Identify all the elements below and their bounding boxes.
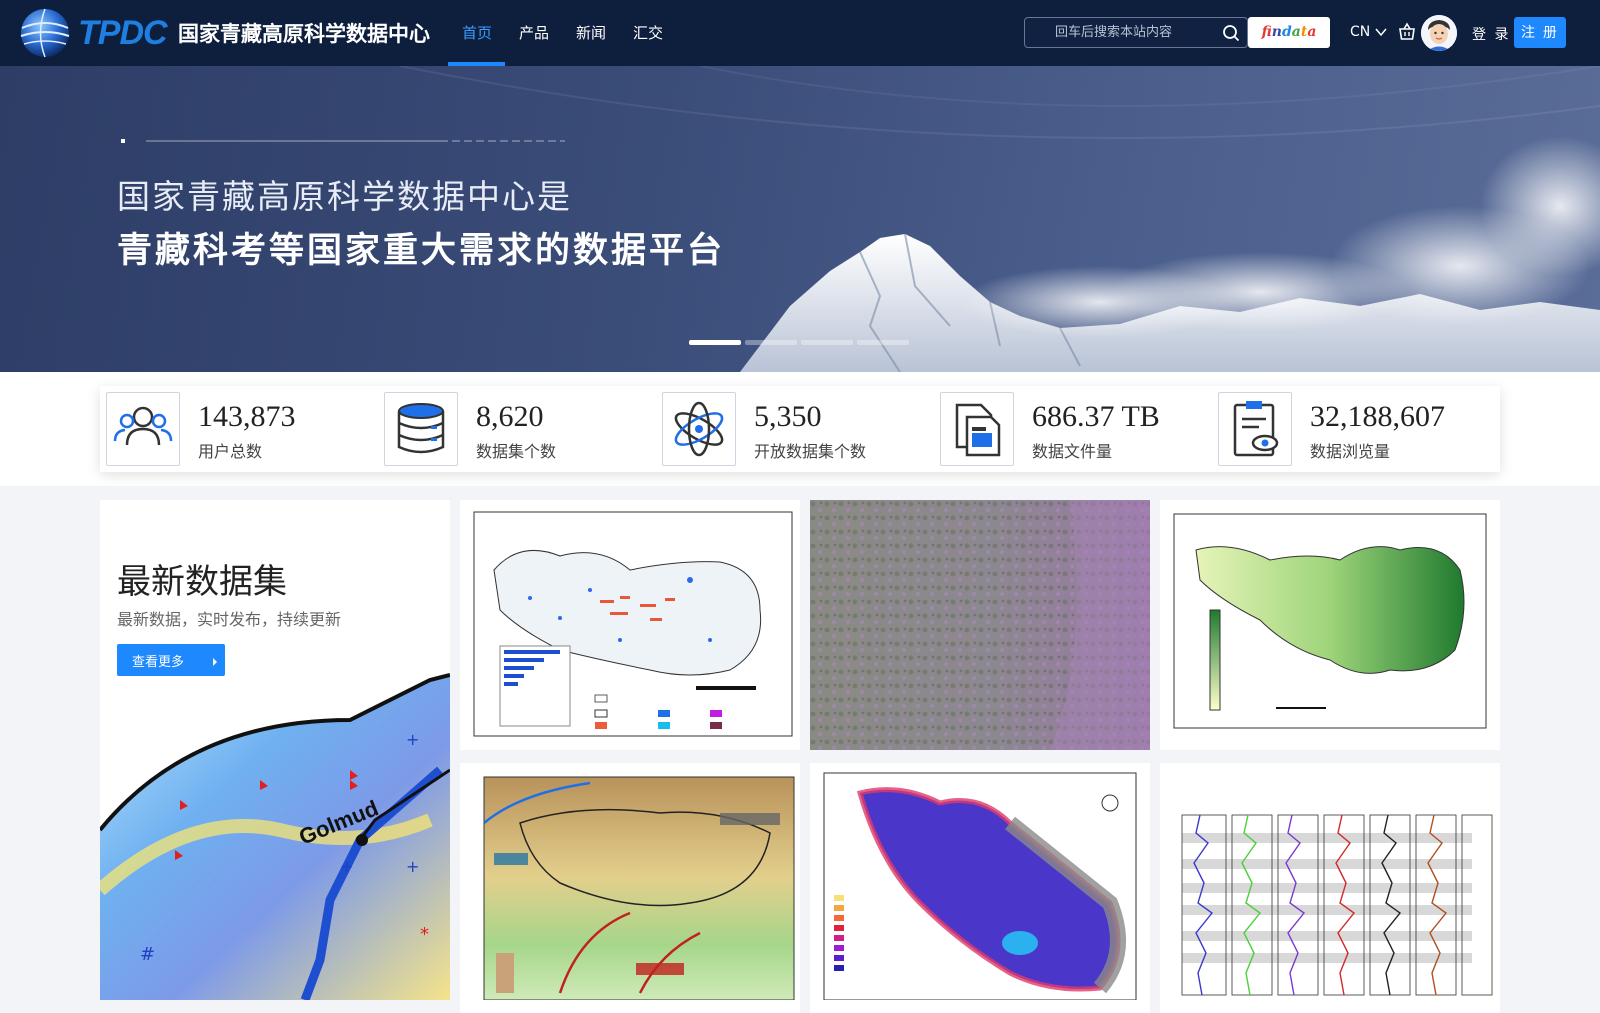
users-icon [113, 406, 173, 446]
files-icon [955, 403, 1001, 457]
view-more-label: 查看更多 [132, 654, 185, 670]
vegetation-photo-image [810, 500, 1150, 750]
vegetation-photo-thumbnail[interactable] [810, 500, 1150, 750]
cart-icon[interactable] [1397, 22, 1417, 42]
clipboard-eye-icon [1233, 401, 1279, 457]
stat-file-volume[interactable]: 686.37 TB 数据文件量 [934, 386, 1204, 472]
permafrost-map-image [823, 772, 1137, 1001]
stat-open-datasets[interactable]: 5,350 开放数据集个数 [656, 386, 926, 472]
login-link[interactable]: 登 录 [1472, 24, 1510, 44]
stat-icon-box [940, 392, 1014, 466]
top-navigation-bar: TPDC 国家青藏高原科学数据中心 首页 产品 新闻 汇交 findata CN [0, 0, 1600, 66]
database-icon [397, 403, 445, 454]
avatar[interactable] [1421, 15, 1457, 51]
stat-icon-box [662, 392, 736, 466]
caret-right-icon [213, 658, 218, 666]
stat-label: 数据文件量 [1032, 442, 1113, 461]
carousel-indicators[interactable] [689, 340, 909, 345]
stat-label: 用户总数 [198, 442, 263, 461]
svg-text:+: + [406, 730, 419, 749]
soil-moisture-map-thumbnail[interactable] [1160, 500, 1500, 750]
search-box [1024, 17, 1248, 48]
monsoon-elevation-map-image [483, 776, 795, 1001]
nav-item-home[interactable]: 首页 [462, 22, 492, 43]
carousel-dot-1 [689, 340, 741, 345]
avatar-icon [1421, 15, 1457, 51]
stat-label: 开放数据集个数 [754, 442, 867, 461]
hero-headline-line1: 国家青藏高原科学数据中心是 [117, 177, 572, 216]
stat-value: 686.37 TB [1032, 400, 1160, 433]
depth-profile-chart-thumbnail[interactable] [1160, 763, 1500, 1013]
findata-button[interactable]: findata [1248, 17, 1330, 48]
language-label: CN [1350, 24, 1371, 40]
latest-datasets-card: Golmud + + + # * 最新数据集 最新数据，实时发布，持续更新 查看… [100, 500, 450, 1000]
language-switcher[interactable]: CN [1350, 24, 1387, 40]
lakes-map-thumbnail[interactable] [460, 500, 800, 750]
nav-item-products[interactable]: 产品 [519, 22, 549, 43]
monsoon-elevation-map-thumbnail[interactable] [460, 763, 800, 1013]
carousel-dot-2 [745, 340, 797, 345]
stat-icon-box [106, 392, 180, 466]
latest-map-image[interactable]: Golmud + + + # * [100, 660, 450, 1000]
search-input[interactable] [1025, 18, 1215, 47]
stat-views[interactable]: 32,188,607 数据浏览量 [1212, 386, 1482, 472]
permafrost-map-thumbnail[interactable] [810, 763, 1150, 1013]
svg-text:*: * [420, 924, 429, 945]
stat-value: 32,188,607 [1310, 400, 1445, 433]
svg-text:+: + [340, 857, 353, 876]
stat-value: 8,620 [476, 400, 544, 433]
view-more-button[interactable]: 查看更多 [117, 644, 225, 676]
register-button[interactable]: 注 册 [1514, 17, 1566, 48]
stat-value: 5,350 [754, 400, 822, 433]
stats-panel: 143,873 用户总数 8,620 数据集个数 5,350 开放数据集个数 6… [100, 386, 1500, 472]
stat-users[interactable]: 143,873 用户总数 [100, 386, 370, 472]
depth-profile-chart-image [1160, 763, 1500, 1000]
soil-moisture-map-image [1173, 513, 1487, 729]
stat-datasets[interactable]: 8,620 数据集个数 [378, 386, 648, 472]
hero-banner: 国家青藏高原科学数据中心是 青藏科考等国家重大需求的数据平台 [0, 66, 1600, 372]
search-icon[interactable] [1222, 24, 1240, 42]
nav-item-news[interactable]: 新闻 [576, 22, 606, 43]
svg-text:#: # [140, 944, 155, 965]
svg-text:+: + [406, 857, 419, 876]
stat-value: 143,873 [198, 400, 296, 433]
site-title[interactable]: 国家青藏高原科学数据中心 [178, 18, 430, 48]
mountain-illustration [121, 66, 1600, 372]
carousel-dot-3 [801, 340, 853, 345]
hero-headline-line2: 青藏科考等国家重大需求的数据平台 [117, 231, 726, 271]
nav-item-submit[interactable]: 汇交 [633, 22, 663, 43]
stat-label: 数据集个数 [476, 442, 557, 461]
atom-icon [674, 401, 724, 457]
carousel-dot-4 [857, 340, 909, 345]
logo-mark[interactable]: TPDC [78, 14, 168, 53]
stat-icon-box [1218, 392, 1292, 466]
lakes-map-image [473, 511, 793, 737]
chevron-down-icon [1375, 28, 1387, 37]
globe-logo-icon[interactable] [16, 4, 74, 62]
latest-title: 最新数据集 [117, 562, 287, 602]
stat-icon-box [384, 392, 458, 466]
latest-subtitle: 最新数据，实时发布，持续更新 [117, 610, 342, 629]
stat-label: 数据浏览量 [1310, 442, 1391, 461]
